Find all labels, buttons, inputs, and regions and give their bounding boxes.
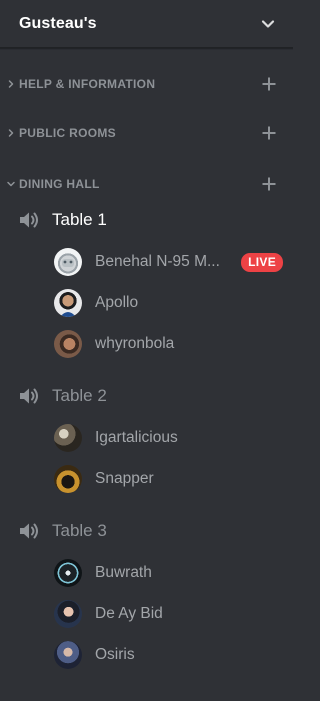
channel-name: Table 3 (52, 521, 107, 540)
user-name: whyronbola (95, 335, 175, 352)
voice-user[interactable]: Apollo (54, 287, 283, 319)
category-dining-hall[interactable]: DINING HALL (0, 172, 293, 196)
voice-channel-table-2[interactable]: Table 2 (18, 381, 278, 411)
voice-user[interactable]: Snapper (54, 463, 283, 495)
plus-icon[interactable] (262, 77, 276, 91)
plus-icon[interactable] (262, 126, 276, 140)
speaker-icon (20, 523, 38, 539)
category-label: HELP & INFORMATION (19, 77, 156, 91)
channel-name: Table 2 (52, 386, 107, 405)
user-name: Benehal N-95 M... (95, 253, 220, 270)
chevron-right-icon (8, 80, 14, 88)
user-name: De Ay Bid (95, 605, 163, 622)
voice-channel-table-3[interactable]: Table 3 (18, 516, 278, 546)
category-public-rooms[interactable]: PUBLIC ROOMS (0, 121, 293, 145)
voice-user[interactable]: Igartalicious (54, 422, 283, 454)
voice-user[interactable]: De Ay Bid (54, 598, 283, 630)
user-name: Apollo (95, 294, 139, 311)
chevron-down-icon[interactable] (260, 16, 276, 32)
avatar (54, 641, 82, 669)
speaker-icon (20, 212, 38, 228)
avatar (54, 465, 82, 493)
avatar (54, 289, 82, 317)
category-label: PUBLIC ROOMS (19, 126, 116, 140)
channel-name: Table 1 (52, 210, 107, 229)
user-name: Igartalicious (95, 429, 178, 446)
category-help-information[interactable]: HELP & INFORMATION (0, 72, 293, 96)
avatar (54, 424, 82, 452)
user-name: Buwrath (95, 564, 152, 581)
plus-icon[interactable] (262, 177, 276, 191)
server-name: Gusteau's (19, 14, 97, 32)
avatar (54, 248, 82, 276)
avatar (54, 600, 82, 628)
user-name: Snapper (95, 470, 154, 487)
chevron-down-icon (7, 181, 15, 187)
user-name: Osiris (95, 646, 135, 663)
voice-user[interactable]: whyronbola (54, 328, 283, 360)
server-header[interactable]: Gusteau's (0, 0, 293, 48)
avatar (54, 559, 82, 587)
speaker-icon (20, 388, 38, 404)
avatar (54, 330, 82, 358)
voice-channel-table-1[interactable]: Table 1 (18, 205, 278, 235)
live-badge: LIVE (241, 252, 283, 272)
category-label: DINING HALL (19, 177, 100, 191)
voice-user[interactable]: Benehal N-95 M... LIVE (54, 246, 283, 278)
voice-user[interactable]: Buwrath (54, 557, 283, 589)
chevron-right-icon (8, 129, 14, 137)
voice-user[interactable]: Osiris (54, 639, 283, 671)
